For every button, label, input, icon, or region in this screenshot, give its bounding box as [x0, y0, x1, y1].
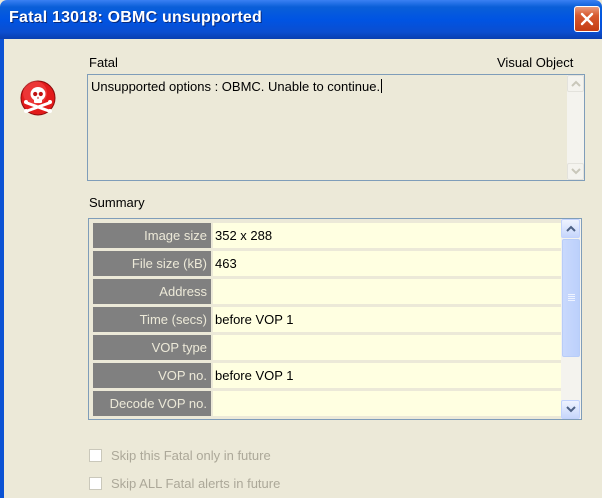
grid-scroll-down-button[interactable]	[561, 400, 580, 419]
close-button[interactable]	[574, 6, 600, 32]
scroll-up-button[interactable]	[567, 75, 584, 92]
row-value[interactable]	[213, 391, 562, 416]
title-bar[interactable]: Fatal 13018: OBMC unsupported	[0, 0, 602, 39]
source-label: Visual Object	[497, 55, 574, 70]
summary-table: Image size 352 x 288 File size (kB) 463 …	[93, 223, 562, 419]
message-textarea[interactable]: Unsupported options : OBMC. Unable to co…	[87, 74, 585, 181]
table-row: File size (kB) 463	[93, 251, 562, 279]
table-row: Decode VOP no.	[93, 391, 562, 419]
row-value[interactable]	[213, 335, 562, 360]
row-value[interactable]: before VOP 1	[213, 307, 562, 332]
table-row: Address	[93, 279, 562, 307]
skip-all-label: Skip ALL Fatal alerts in future	[111, 476, 281, 491]
row-key: File size (kB)	[93, 251, 211, 276]
row-key: VOP no.	[93, 363, 211, 388]
window-title: Fatal 13018: OBMC unsupported	[9, 9, 262, 26]
summary-scrollbar[interactable]	[561, 219, 581, 419]
summary-label: Summary	[89, 195, 145, 210]
row-value[interactable]: 352 x 288	[213, 223, 562, 248]
row-value[interactable]: before VOP 1	[213, 363, 562, 388]
row-key: Time (secs)	[93, 307, 211, 332]
skip-this-label: Skip this Fatal only in future	[111, 448, 271, 463]
row-key: Image size	[93, 223, 211, 248]
chevron-down-icon	[566, 406, 576, 413]
skull-crossbones-icon	[20, 80, 56, 116]
scroll-down-button[interactable]	[567, 163, 584, 180]
row-value[interactable]: 463	[213, 251, 562, 276]
grid-scroll-up-button[interactable]	[561, 219, 580, 238]
summary-grid[interactable]: Image size 352 x 288 File size (kB) 463 …	[88, 218, 582, 420]
table-row: Time (secs) before VOP 1	[93, 307, 562, 335]
scroll-thumb[interactable]	[562, 239, 580, 357]
message-scrollbar[interactable]	[567, 75, 584, 180]
skip-this-checkbox[interactable]	[89, 449, 102, 462]
table-row: VOP type	[93, 335, 562, 363]
chevron-up-icon	[571, 80, 581, 87]
table-row: VOP no. before VOP 1	[93, 363, 562, 391]
table-row: Image size 352 x 288	[93, 223, 562, 251]
message-text: Unsupported options : OBMC. Unable to co…	[91, 79, 381, 94]
row-key: Decode VOP no.	[93, 391, 211, 416]
skip-all-checkbox[interactable]	[89, 477, 102, 490]
row-key: VOP type	[93, 335, 211, 360]
row-key: Address	[93, 279, 211, 304]
close-x-icon	[580, 12, 594, 26]
severity-label: Fatal	[89, 55, 118, 70]
row-value[interactable]	[213, 279, 562, 304]
window-frame-left	[0, 39, 4, 498]
chevron-up-icon	[566, 225, 576, 232]
chevron-down-icon	[571, 168, 581, 175]
